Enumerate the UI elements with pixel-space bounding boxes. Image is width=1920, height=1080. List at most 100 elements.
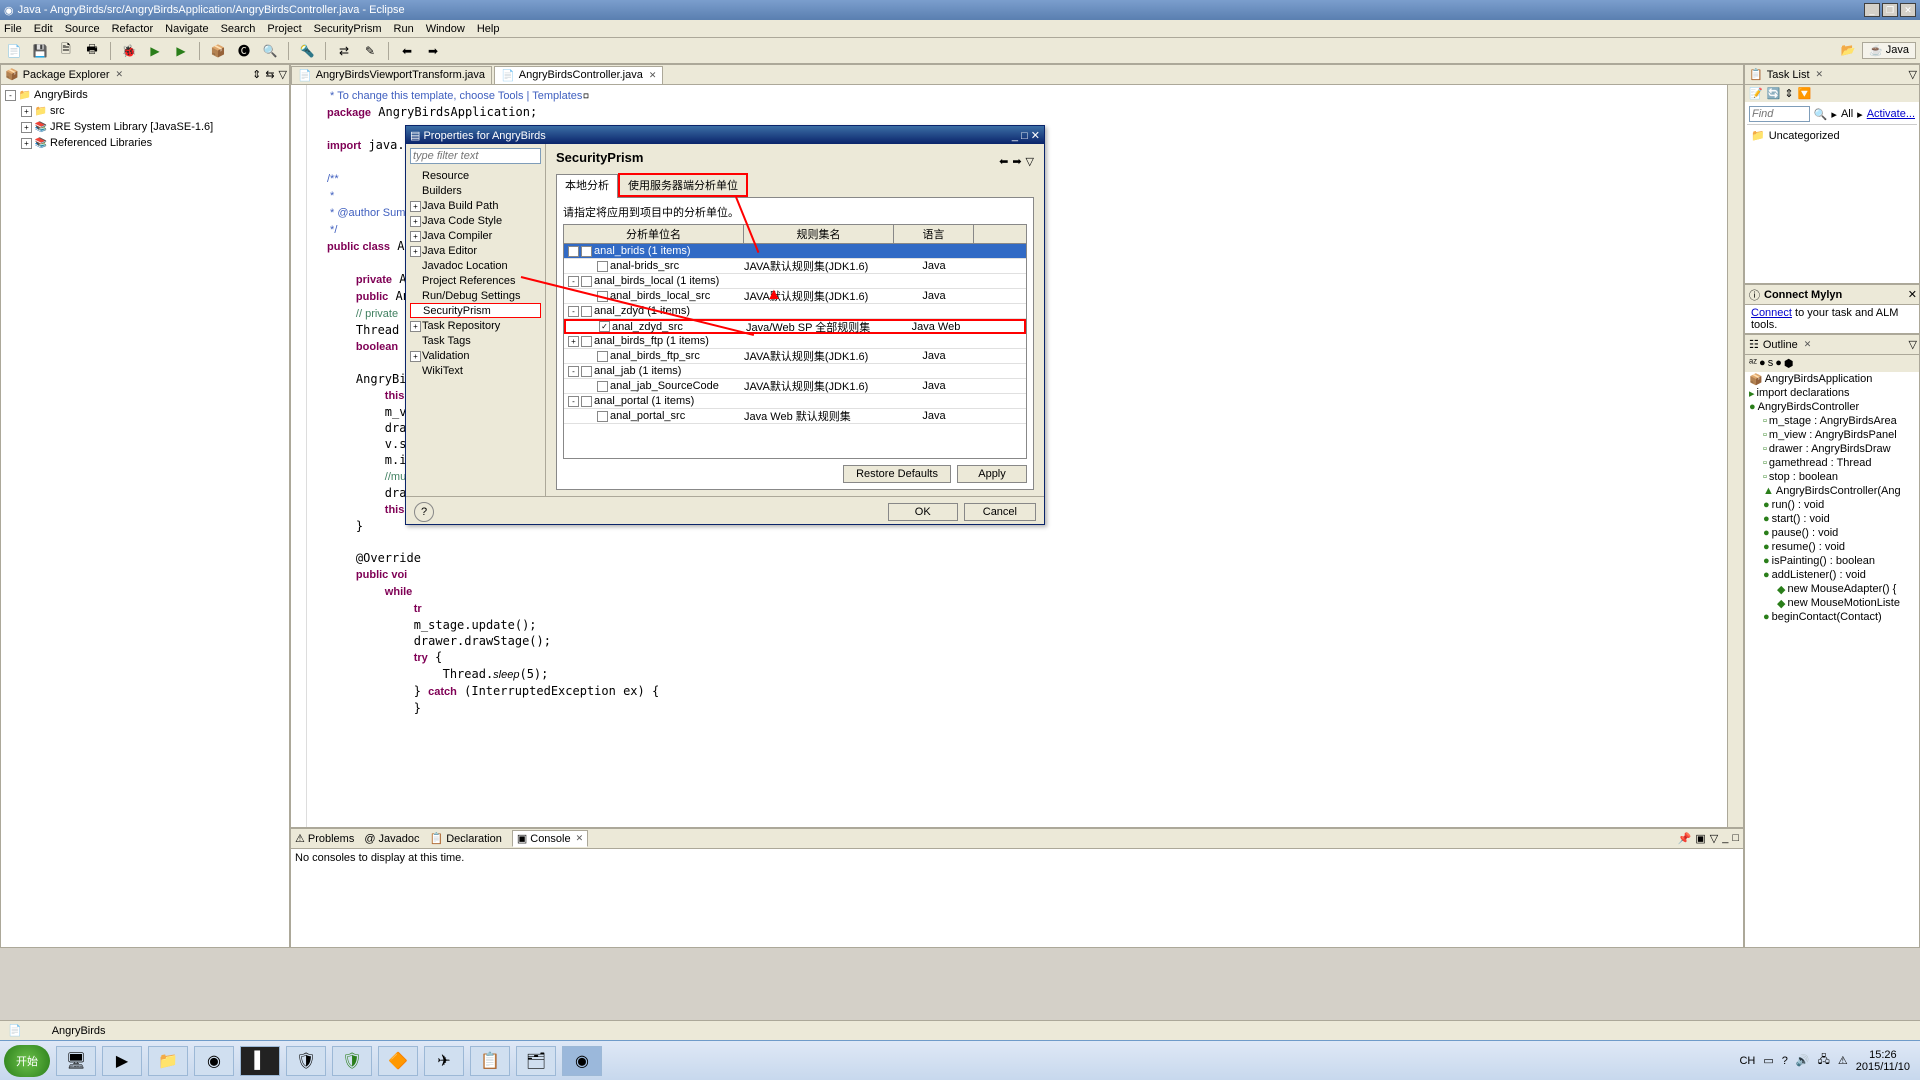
- save-all-icon[interactable]: 🗎: [56, 41, 76, 61]
- table-row[interactable]: -anal_jab (1 items): [564, 364, 1026, 379]
- table-row[interactable]: -✓anal_brids (1 items): [564, 244, 1026, 259]
- outline-item[interactable]: ●isPainting() : boolean: [1745, 554, 1919, 568]
- property-category[interactable]: +Java Build Path: [410, 198, 541, 213]
- outline-item[interactable]: ▸import declarations: [1745, 386, 1919, 400]
- tray-help-icon[interactable]: ?: [1782, 1055, 1788, 1067]
- start-button[interactable]: 开始: [4, 1045, 50, 1077]
- outline-item[interactable]: ●start() : void: [1745, 512, 1919, 526]
- property-category[interactable]: +Java Editor: [410, 243, 541, 258]
- taskbar-app1-icon[interactable]: 🔶: [378, 1046, 418, 1076]
- property-category[interactable]: Project References: [410, 273, 541, 288]
- outline-item[interactable]: ●AngryBirdsController: [1745, 400, 1919, 414]
- outline-item[interactable]: ●addListener() : void: [1745, 568, 1919, 582]
- property-category[interactable]: Resource: [410, 168, 541, 183]
- run-icon[interactable]: ▶: [145, 41, 165, 61]
- menu-icon[interactable]: ▽: [1909, 338, 1917, 351]
- checkbox[interactable]: [581, 336, 592, 347]
- outline-item[interactable]: ▲AngryBirdsController(Ang: [1745, 484, 1919, 498]
- dialog-category-tree[interactable]: ResourceBuilders+Java Build Path+Java Co…: [406, 144, 546, 496]
- close-icon[interactable]: ✕: [576, 833, 584, 844]
- taskbar-app4-icon[interactable]: 🗂: [516, 1046, 556, 1076]
- taskbar-shield1-icon[interactable]: 🛡: [286, 1046, 326, 1076]
- open-perspective-icon[interactable]: 📂: [1838, 40, 1858, 60]
- console-tab[interactable]: ▣Console✕: [512, 830, 588, 847]
- ok-button[interactable]: OK: [888, 503, 958, 521]
- property-category[interactable]: SecurityPrism: [410, 303, 541, 318]
- property-category[interactable]: +Java Code Style: [410, 213, 541, 228]
- sort-icon[interactable]: ᵃᶻ: [1749, 357, 1757, 370]
- link-editor-icon[interactable]: ⇆: [265, 68, 274, 81]
- collapse-icon[interactable]: ⇕: [1784, 87, 1793, 100]
- outline-tree[interactable]: 📦AngryBirdsApplication▸import declaratio…: [1745, 372, 1919, 624]
- expander-icon[interactable]: +: [21, 106, 32, 117]
- hide-nonpublic-icon[interactable]: ●: [1775, 357, 1782, 370]
- close-icon[interactable]: ✕: [649, 70, 657, 81]
- tasklist-find-input[interactable]: [1749, 106, 1810, 122]
- taskbar-chrome-icon[interactable]: ◉: [194, 1046, 234, 1076]
- checkbox[interactable]: [581, 396, 592, 407]
- open-console-icon[interactable]: ▽: [1710, 832, 1718, 845]
- taskbar-shell-icon[interactable]: ▶: [102, 1046, 142, 1076]
- expander-icon[interactable]: -: [568, 396, 579, 407]
- apply-button[interactable]: Apply: [957, 465, 1027, 483]
- tray-flag-icon[interactable]: ▭: [1763, 1054, 1773, 1067]
- taskbar-explorer-icon[interactable]: 🖥: [56, 1046, 96, 1076]
- minimize-button[interactable]: _: [1864, 3, 1880, 17]
- hide-fields-icon[interactable]: ●: [1759, 357, 1766, 370]
- open-type-icon[interactable]: 🔍: [260, 41, 280, 61]
- filter-input[interactable]: [410, 148, 541, 164]
- checkbox[interactable]: [597, 381, 608, 392]
- outline-item[interactable]: ▫drawer : AngryBirdsDraw: [1745, 442, 1919, 456]
- tray-updates-icon[interactable]: ⚠: [1838, 1054, 1848, 1067]
- cancel-button[interactable]: Cancel: [964, 503, 1036, 521]
- property-category[interactable]: Builders: [410, 183, 541, 198]
- checkbox[interactable]: [581, 366, 592, 377]
- collapse-all-icon[interactable]: ⇕: [252, 68, 261, 81]
- menu-icon[interactable]: ▽: [1909, 68, 1917, 81]
- menu-file[interactable]: File: [4, 23, 22, 35]
- property-category[interactable]: +Validation: [410, 348, 541, 363]
- problems-tab[interactable]: ⚠Problems: [295, 832, 354, 845]
- menu-edit[interactable]: Edit: [34, 23, 53, 35]
- outline-item[interactable]: ●beginContact(Contact): [1745, 610, 1919, 624]
- tray-network-icon[interactable]: 🖧: [1818, 1051, 1830, 1070]
- close-icon[interactable]: ✕: [1804, 339, 1812, 350]
- package-explorer-tab[interactable]: 📦 Package Explorer ✕ ⇕ ⇆ ▽: [1, 65, 289, 85]
- taskbar-app2-icon[interactable]: ✈: [424, 1046, 464, 1076]
- taskbar-app3-icon[interactable]: 📋: [470, 1046, 510, 1076]
- tab-local-analysis[interactable]: 本地分析: [556, 174, 618, 198]
- property-category[interactable]: +Task Repository: [410, 318, 541, 333]
- toggle-icon[interactable]: ⇄: [334, 41, 354, 61]
- outline-item[interactable]: ●resume() : void: [1745, 540, 1919, 554]
- view-menu-icon[interactable]: ▽: [279, 68, 287, 81]
- menu-source[interactable]: Source: [65, 23, 100, 35]
- taskbar-terminal-icon[interactable]: ▌: [240, 1046, 280, 1076]
- checkbox[interactable]: [597, 261, 608, 272]
- expander-icon[interactable]: -: [568, 366, 579, 377]
- restore-defaults-button[interactable]: Restore Defaults: [843, 465, 951, 483]
- connect-link[interactable]: Connect: [1751, 307, 1792, 319]
- tab-server-analysis[interactable]: 使用服务器端分析单位: [618, 173, 748, 197]
- close-icon[interactable]: ✕: [1908, 288, 1917, 301]
- checkbox[interactable]: ✓: [599, 321, 610, 332]
- pkg-item[interactable]: +📚JRE System Library [JavaSE-1.6]: [5, 119, 285, 135]
- table-row[interactable]: anal-brids_srcJAVA默认规则集(JDK1.6)Java: [564, 259, 1026, 274]
- expander-icon[interactable]: -: [568, 276, 579, 287]
- search-icon[interactable]: 🔍: [1814, 108, 1828, 121]
- system-clock[interactable]: 15:26 2015/11/10: [1856, 1049, 1910, 1073]
- task-list-tab[interactable]: 📋 Task List ✕ ▽: [1745, 65, 1919, 85]
- outline-tab[interactable]: ☷ Outline ✕ ▽: [1745, 335, 1919, 355]
- declaration-tab[interactable]: 📋Declaration: [430, 832, 502, 845]
- dialog-maximize-button[interactable]: □: [1021, 130, 1028, 142]
- menu-refactor[interactable]: Refactor: [112, 23, 154, 35]
- menu-search[interactable]: Search: [221, 23, 256, 35]
- checkbox[interactable]: [597, 291, 608, 302]
- expander-icon[interactable]: +: [568, 336, 579, 347]
- help-icon[interactable]: ?: [414, 502, 434, 522]
- expander-icon[interactable]: +: [21, 122, 32, 133]
- maximize-icon[interactable]: □: [1732, 832, 1739, 845]
- outline-item[interactable]: ▫stop : boolean: [1745, 470, 1919, 484]
- outline-item[interactable]: ●pause() : void: [1745, 526, 1919, 540]
- table-row[interactable]: anal_birds_ftp_srcJAVA默认规则集(JDK1.6)Java: [564, 349, 1026, 364]
- minimize-icon[interactable]: _: [1722, 832, 1728, 845]
